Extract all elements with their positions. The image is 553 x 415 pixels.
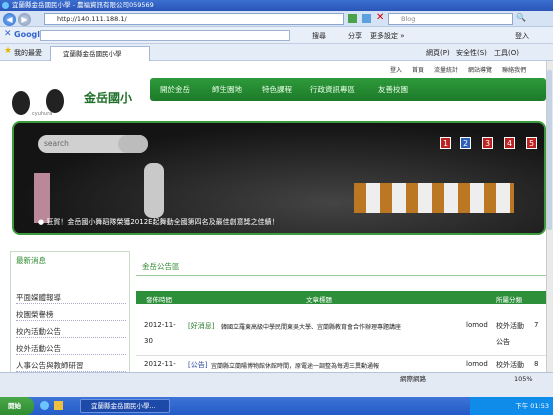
- star-icon[interactable]: ★: [4, 46, 12, 56]
- banner: search 1 2 3 4 5 ● 狂賀！金岳國小舞蹈隊榮獲2012E起舞動全…: [12, 121, 546, 235]
- start-button[interactable]: 開始: [0, 397, 34, 415]
- logo-figure-2: [46, 89, 64, 113]
- taskbar: 開始 宜蘭縣金岳國民小學... 下午 01:53: [0, 397, 553, 415]
- row-author: lomod: [466, 321, 488, 329]
- left-item[interactable]: 校內活動公告: [16, 326, 126, 338]
- slide-4[interactable]: 4: [504, 137, 515, 149]
- taskbar-item[interactable]: 宜蘭縣金岳國民小學...: [80, 399, 170, 413]
- row-title[interactable]: 韓國立羅東高級中學民間東吳大學、宜蘭縣教育會合作辦理專題講座: [221, 322, 436, 331]
- row-count: 7: [534, 321, 539, 329]
- announcement-heading: 金岳公告區: [142, 262, 180, 271]
- nav-admin[interactable]: 行政資訊專區: [310, 84, 355, 95]
- ie-icon: [2, 2, 9, 9]
- left-item[interactable]: 校外活動公告: [16, 343, 126, 355]
- nav-teachers[interactable]: 師生園地: [212, 84, 242, 95]
- logo-figure-1: [12, 91, 30, 115]
- close-icon[interactable]: ✕: [4, 29, 12, 39]
- page-viewport: 登入 首頁 流量統計 網站導覽 聯絡我們 金岳國小 cyuhura 開於金岳 師…: [0, 61, 546, 372]
- row-author: lomod: [466, 360, 488, 368]
- safety-menu[interactable]: 安全性(S): [456, 48, 487, 58]
- tools-menu[interactable]: 工具(O): [494, 48, 519, 58]
- sitemap-link[interactable]: 網站導覽: [468, 65, 492, 74]
- share-button[interactable]: 分享: [348, 31, 362, 41]
- divider: [136, 275, 546, 276]
- latest-news-heading: 最新消息: [16, 256, 46, 265]
- scroll-thumb[interactable]: [547, 70, 552, 230]
- table-row[interactable]: 2012-11- 30 [好消息] 韓國立羅東高級中學民間東吳大學、宜蘭縣教育會…: [136, 319, 546, 353]
- compat-icon[interactable]: [348, 14, 357, 23]
- favorites-label[interactable]: 我的最愛: [14, 48, 42, 58]
- system-tray: 下午 01:53: [470, 397, 553, 415]
- row-date-2: 30: [144, 337, 153, 345]
- nav-about[interactable]: 開於金岳: [160, 84, 190, 95]
- folder-quicklaunch-icon[interactable]: [54, 401, 63, 410]
- table-row[interactable]: 2012-11- [公告] 宜蘭縣立蘭陽博物館休館時間，原電途一調整為每週三異動…: [136, 355, 546, 372]
- row-category-2: 公告: [496, 338, 510, 346]
- nav-courses[interactable]: 特色課程: [262, 84, 292, 95]
- row-count: 8: [534, 360, 539, 368]
- page-menu[interactable]: 網頁(P): [426, 48, 450, 58]
- status-gap: [0, 385, 553, 397]
- window-title-bar: 宜蘭縣金岳國民小學 - 農福資訊有限公司059569: [0, 0, 553, 11]
- google-search-button[interactable]: 搜尋: [312, 31, 326, 41]
- url-input[interactable]: http://140.111.188.1/: [44, 13, 344, 25]
- banner-search-text: search: [44, 139, 69, 148]
- ie-quicklaunch-icon[interactable]: [40, 401, 49, 410]
- address-bar: ◀ ▶ http://140.111.188.1/ ✕ Blog 🔍: [0, 11, 553, 27]
- stop-icon[interactable]: ✕: [376, 12, 384, 23]
- slide-2[interactable]: 2: [460, 137, 471, 149]
- status-bar: 網際網路 105%: [0, 372, 553, 385]
- search-go-icon[interactable]: 🔍: [516, 13, 526, 22]
- dancer-figure: [144, 163, 164, 218]
- main-nav: 開於金岳 師生園地 特色課程 行政資訊專區 友善校園: [150, 78, 546, 101]
- news-marquee[interactable]: ● 狂賀！金岳國小舞蹈隊榮獲2012E起舞動全國第四名及最佳創意獎之佳績！: [38, 215, 538, 229]
- tab-current[interactable]: 宜蘭縣金岳國民小學: [50, 46, 150, 61]
- row-category: 校外活動: [496, 361, 524, 369]
- tab-bar: ★ 我的最愛 宜蘭縣金岳國民小學 網頁(P) 安全性(S) 工具(O): [0, 44, 553, 61]
- row-date: 2012-11-: [144, 360, 176, 368]
- status-zone: 網際網路: [400, 375, 426, 383]
- back-button[interactable]: ◀: [3, 13, 16, 26]
- google-toolbar: ✕ Google 搜尋 分享 更多設定 » 登入: [0, 27, 553, 44]
- logo-text: 金岳國小: [84, 91, 133, 105]
- row-category: 校外活動: [496, 322, 524, 330]
- latest-news-panel: 最新消息 平面媒體報導 校園榮譽榜 校內活動公告 校外活動公告 人事公告與教師研…: [10, 251, 130, 372]
- search-input[interactable]: Blog: [388, 13, 513, 25]
- home-link[interactable]: 首頁: [412, 65, 424, 74]
- contact-link[interactable]: 聯絡我們: [502, 65, 526, 74]
- window-title: 宜蘭縣金岳國民小學 - 農福資訊有限公司059569: [12, 1, 154, 9]
- more-settings-button[interactable]: 更多設定 »: [370, 31, 405, 41]
- google-search-input[interactable]: [40, 30, 290, 41]
- refresh-icon[interactable]: [362, 14, 371, 23]
- table-header: 發佈時間 文章標題 所屬分類: [136, 291, 546, 304]
- banner-search-input[interactable]: search: [38, 135, 148, 153]
- dancers-group: [354, 183, 514, 213]
- left-item[interactable]: 校園榮譽榜: [16, 309, 126, 321]
- slide-1[interactable]: 1: [440, 137, 451, 149]
- row-title[interactable]: 宜蘭縣立蘭陽博物館休館時間，原電途一調整為每週三異動通報: [211, 361, 441, 370]
- col-title: 文章標題: [306, 296, 332, 304]
- search-icon[interactable]: [118, 135, 148, 153]
- left-item[interactable]: 人事公告與教師研習: [16, 360, 126, 372]
- stats-link[interactable]: 流量統計: [434, 65, 458, 74]
- col-category: 所屬分類: [496, 296, 522, 304]
- col-date: 發佈時間: [146, 296, 172, 304]
- nav-campus[interactable]: 友善校園: [378, 84, 408, 95]
- login-button[interactable]: 登入: [515, 31, 529, 41]
- slide-3[interactable]: 3: [482, 137, 493, 149]
- top-links: 登入 首頁 流量統計 網站導覽 聯絡我們: [390, 65, 526, 74]
- logo-sub: cyuhura: [32, 111, 53, 117]
- row-tag: [好消息]: [188, 322, 215, 330]
- login-link[interactable]: 登入: [390, 65, 402, 74]
- row-date: 2012-11-: [144, 321, 176, 329]
- forward-button[interactable]: ▶: [18, 13, 31, 26]
- slide-5[interactable]: 5: [526, 137, 537, 149]
- zoom-level[interactable]: 105%: [514, 373, 533, 385]
- row-tag: [公告]: [188, 361, 208, 369]
- left-item[interactable]: 平面媒體報導: [16, 292, 126, 304]
- clock[interactable]: 下午 01:53: [515, 402, 549, 410]
